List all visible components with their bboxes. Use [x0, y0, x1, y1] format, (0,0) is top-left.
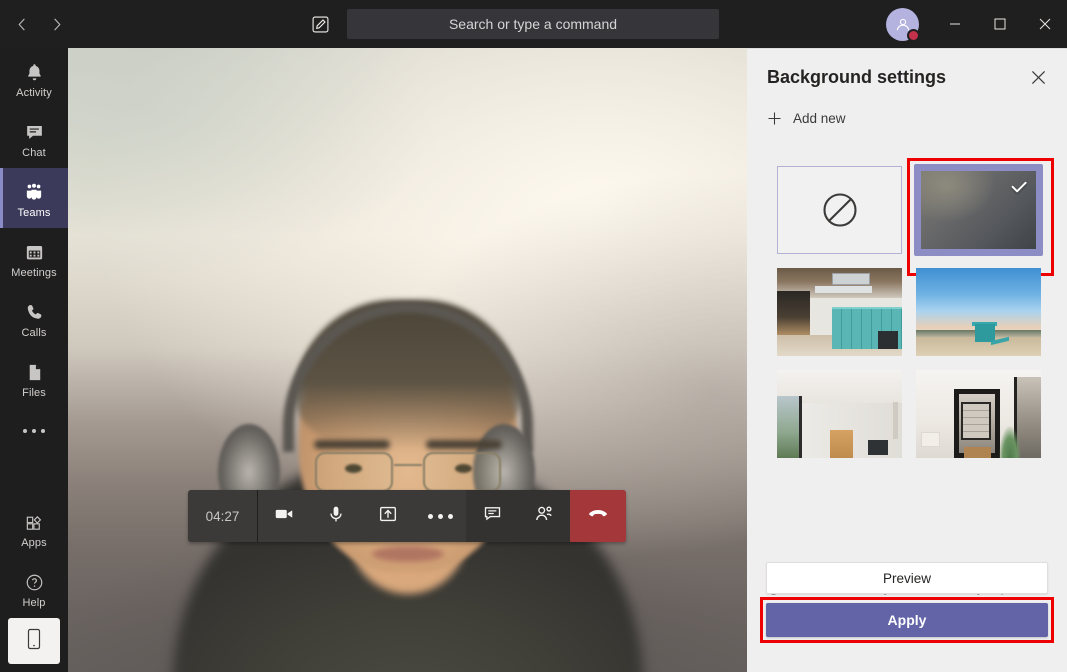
sidebar-item-label: Calls	[22, 327, 47, 339]
maximize-button[interactable]	[977, 0, 1022, 48]
background-thumbnail-beach	[916, 268, 1041, 356]
avatar[interactable]	[886, 8, 919, 41]
sidebar-item-meetings[interactable]: Meetings	[0, 228, 68, 288]
chat-bubble-icon	[482, 503, 503, 529]
teams-window: Search or type a command	[0, 0, 1067, 672]
apply-button[interactable]: Apply	[766, 603, 1048, 637]
sidebar-item-teams[interactable]: Teams	[0, 168, 68, 228]
close-button[interactable]	[1022, 0, 1067, 48]
left-navigation-rail: Activity Chat Teams	[0, 48, 68, 672]
search-placeholder: Search or type a command	[449, 16, 617, 32]
sidebar-item-apps[interactable]: Apps	[0, 498, 68, 558]
share-screen-icon	[377, 503, 399, 530]
mobile-phone-icon	[25, 627, 43, 656]
bell-icon	[24, 57, 45, 83]
participant-video-figure	[68, 152, 747, 672]
no-background-icon	[819, 189, 861, 231]
microphone-icon	[325, 503, 347, 530]
chat-button[interactable]	[466, 490, 518, 542]
compose-pencil-icon[interactable]	[306, 10, 334, 38]
background-option-white-room-window[interactable]	[777, 370, 902, 458]
sidebar-item-files[interactable]: Files	[0, 348, 68, 408]
microphone-button[interactable]	[310, 490, 362, 542]
question-circle-icon	[24, 567, 45, 593]
sidebar-item-label: Apps	[21, 537, 46, 549]
sidebar-more-apps-button[interactable]	[0, 408, 68, 454]
camera-button[interactable]	[258, 490, 310, 542]
phone-icon	[24, 297, 45, 323]
back-button[interactable]	[10, 10, 34, 38]
background-thumbnail-blur	[921, 171, 1036, 249]
history-navigation	[10, 10, 68, 38]
hangup-phone-icon	[586, 502, 610, 531]
background-option-blur[interactable]	[914, 164, 1043, 256]
checkmark-icon	[1009, 177, 1029, 202]
calendar-icon	[24, 237, 45, 263]
sidebar-item-label: Meetings	[11, 267, 56, 279]
chat-bubble-icon	[24, 117, 45, 143]
no-background-tile	[777, 166, 902, 254]
teams-people-icon	[23, 177, 45, 203]
ellipsis-icon	[428, 514, 453, 519]
meeting-control-bar: 04:27	[188, 490, 626, 542]
background-option-beach-lifeguard[interactable]	[916, 268, 1041, 356]
sidebar-item-chat[interactable]: Chat	[0, 108, 68, 168]
preview-button[interactable]: Preview	[766, 562, 1048, 594]
people-icon	[533, 503, 555, 530]
more-options-button[interactable]	[414, 490, 466, 542]
sidebar-item-label: Help	[22, 597, 45, 609]
page-title: Background settings	[767, 67, 946, 88]
presence-badge-busy	[907, 29, 920, 42]
video-camera-icon	[273, 503, 295, 530]
download-mobile-app-button[interactable]	[8, 618, 60, 664]
search-input[interactable]: Search or type a command	[347, 9, 719, 39]
background-thumbnail-office	[777, 268, 902, 356]
file-icon	[24, 357, 45, 383]
minimize-button[interactable]	[932, 0, 977, 48]
sidebar-item-help[interactable]: Help	[0, 558, 68, 618]
apps-grid-icon	[24, 507, 45, 533]
sidebar-item-label: Teams	[18, 207, 51, 219]
title-bar: Search or type a command	[0, 0, 1067, 48]
add-new-background-button[interactable]: Add new	[767, 111, 846, 126]
selected-background-frame	[914, 164, 1043, 256]
meeting-timer: 04:27	[188, 490, 258, 542]
meeting-panel-buttons	[466, 490, 570, 542]
sidebar-item-label: Activity	[16, 87, 52, 99]
sidebar-item-calls[interactable]: Calls	[0, 288, 68, 348]
background-option-office-lockers[interactable]	[777, 268, 902, 356]
rail-bottom-section: Apps Help	[0, 498, 68, 672]
ellipsis-icon	[23, 418, 45, 444]
hangup-button[interactable]	[570, 490, 626, 542]
sidebar-item-activity[interactable]: Activity	[0, 48, 68, 108]
close-panel-button[interactable]	[1027, 69, 1049, 91]
close-icon	[1031, 70, 1046, 90]
background-option-none[interactable]	[777, 166, 902, 254]
participants-button[interactable]	[518, 490, 570, 542]
background-thumbnail-grid	[777, 166, 1049, 458]
sidebar-item-label: Files	[22, 387, 46, 399]
share-screen-button[interactable]	[362, 490, 414, 542]
sidebar-item-label: Chat	[22, 147, 46, 159]
plus-icon	[767, 111, 782, 126]
add-new-label: Add new	[793, 111, 846, 126]
background-option-room-with-mirror[interactable]	[916, 370, 1041, 458]
background-thumbnail-mirror-room	[916, 370, 1041, 458]
background-thumbnail-white-room	[777, 370, 902, 458]
video-preview-stage: 04:27	[68, 48, 747, 672]
forward-button[interactable]	[44, 10, 68, 38]
window-controls	[932, 0, 1067, 48]
